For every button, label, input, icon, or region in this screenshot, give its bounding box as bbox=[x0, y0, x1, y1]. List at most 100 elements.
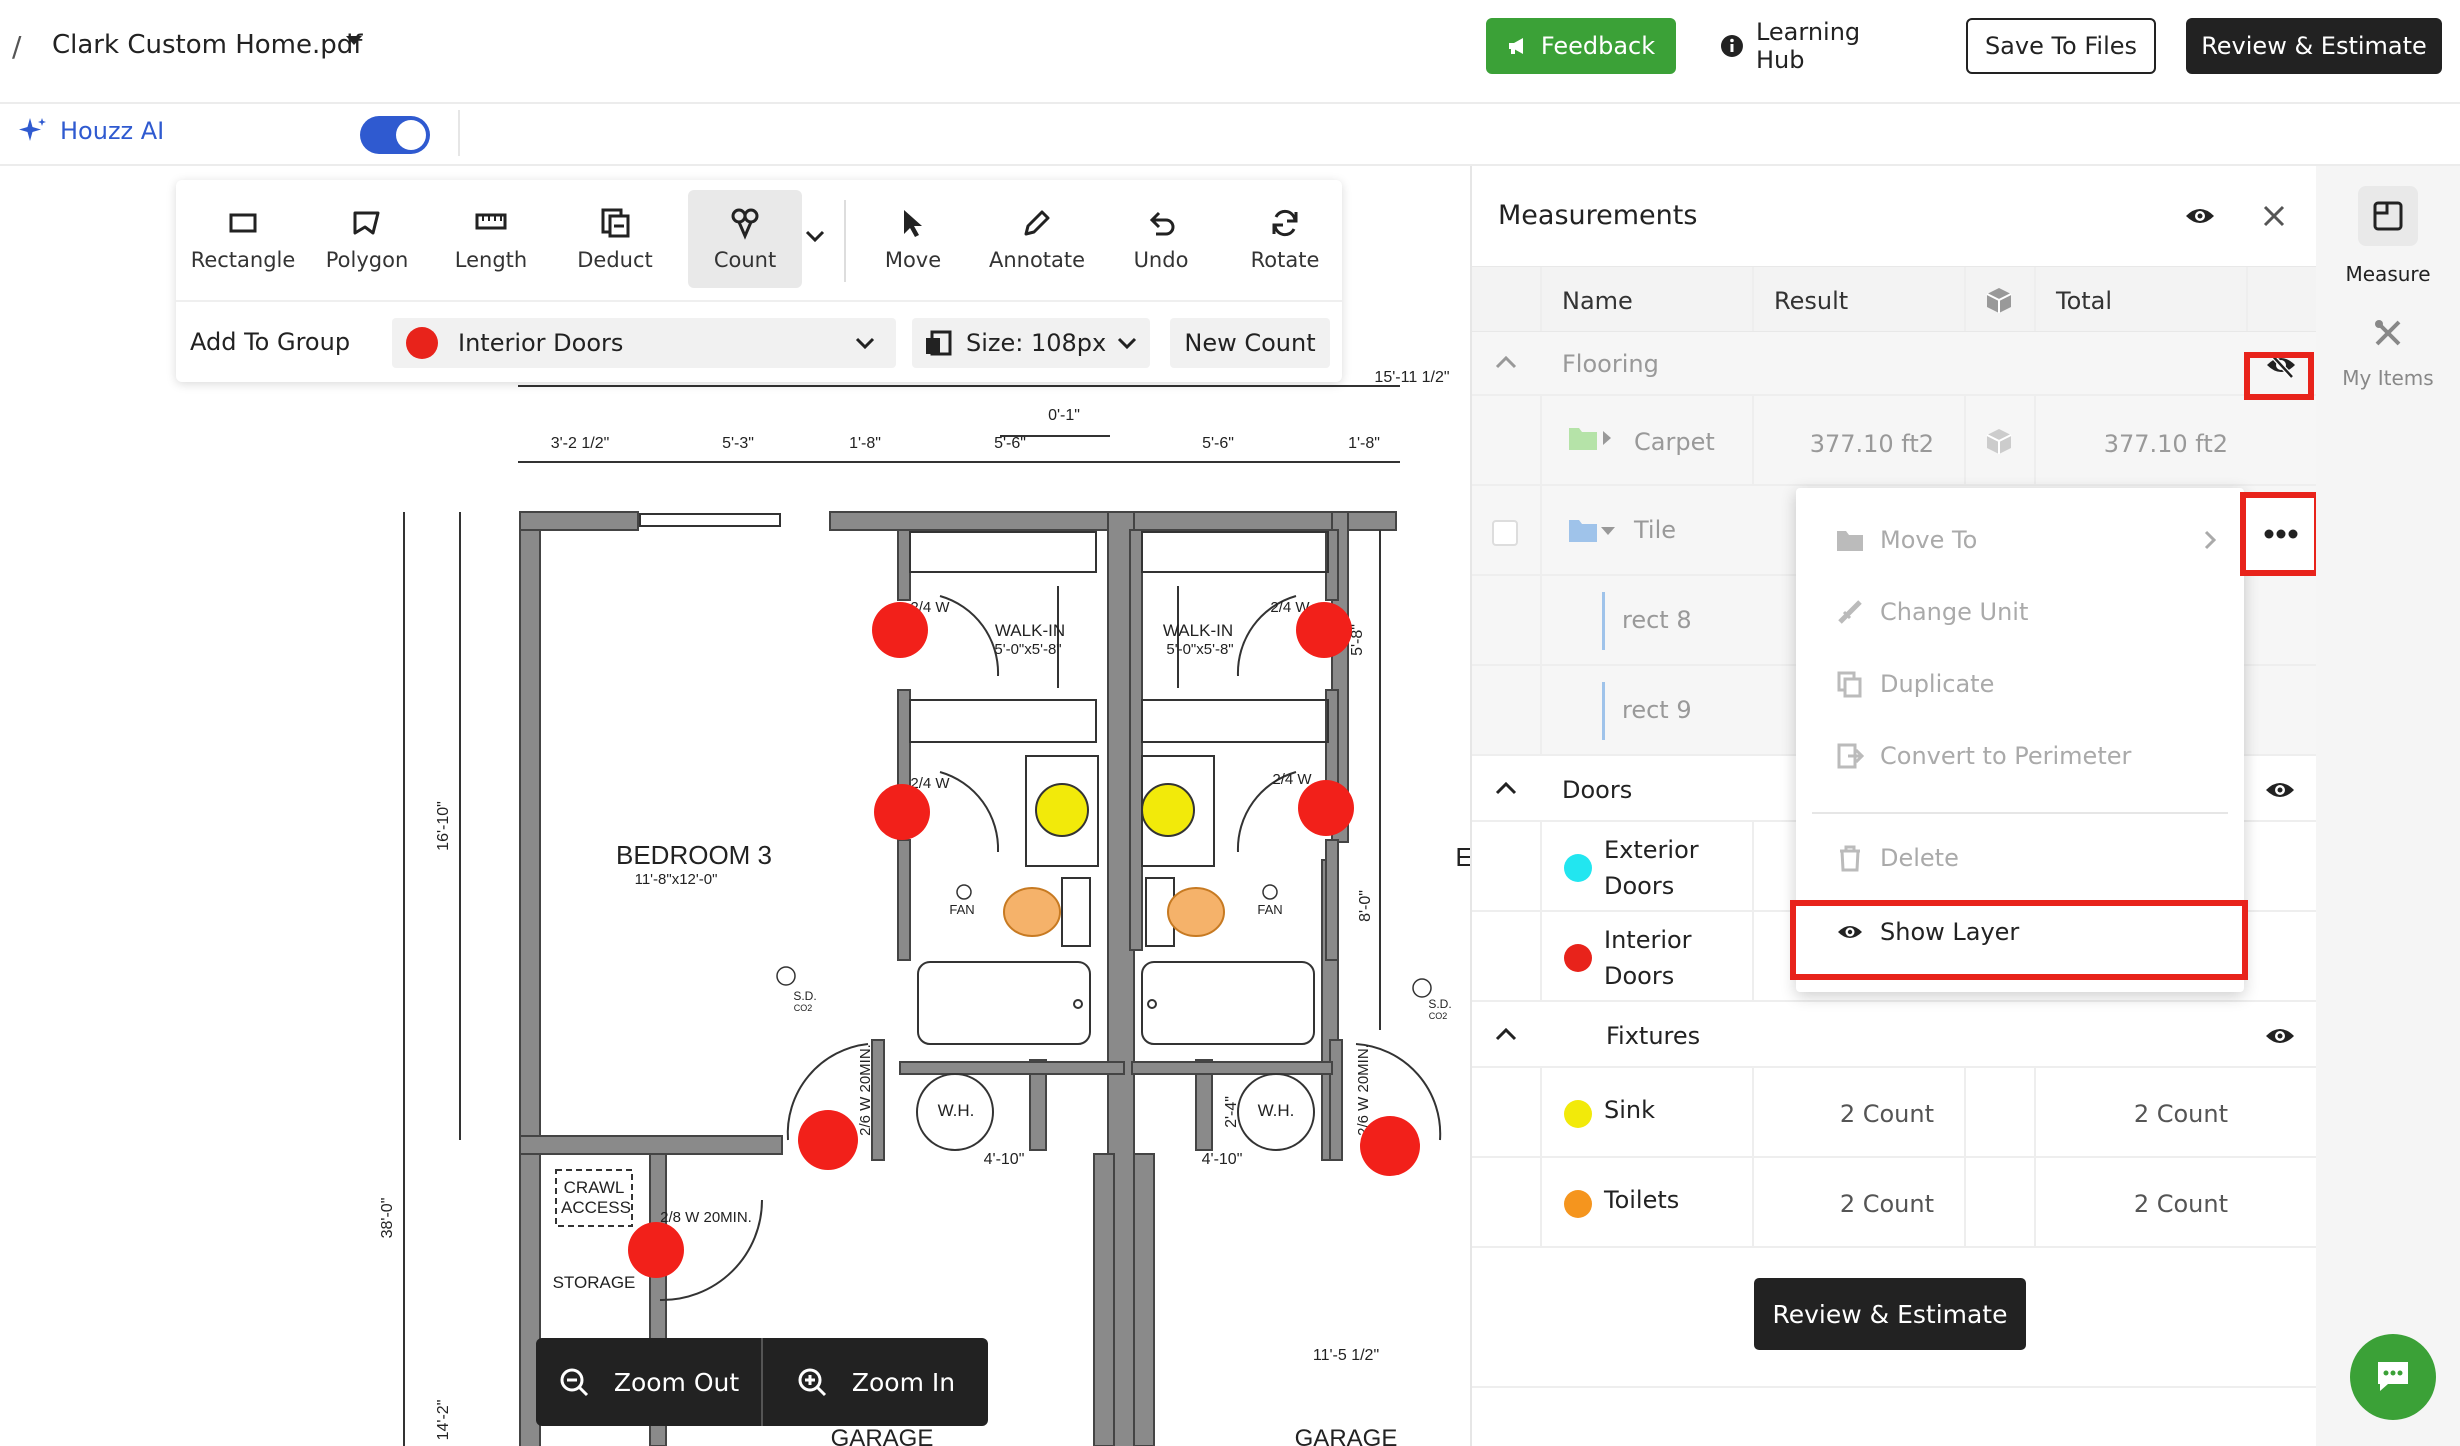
col-divider bbox=[1540, 822, 1542, 910]
close-icon[interactable] bbox=[2262, 204, 2286, 228]
access-label: ACCESS bbox=[561, 1198, 631, 1217]
interior-doors-name-line2: Doors bbox=[1604, 962, 1675, 990]
carpet-name: Carpet bbox=[1634, 428, 1715, 456]
tool-rectangle[interactable]: Rectangle bbox=[186, 190, 300, 288]
tool-annotate-label: Annotate bbox=[988, 248, 1086, 272]
feedback-label: Feedback bbox=[1540, 32, 1656, 60]
walkin-dim-a: 5'-0"x5'-8" bbox=[994, 641, 1061, 658]
col-divider bbox=[2034, 1158, 2036, 1246]
tool-undo-label: Undo bbox=[1133, 248, 1189, 272]
group-select[interactable]: Interior Doors bbox=[392, 318, 896, 368]
eye-icon[interactable] bbox=[2264, 1022, 2296, 1050]
room-label-bedroom: BEDROOM 3 bbox=[616, 840, 772, 870]
menu-item-change-unit[interactable]: Change Unit bbox=[1836, 598, 2028, 626]
folder-icon bbox=[1837, 531, 1863, 551]
chat-button[interactable] bbox=[2350, 1334, 2436, 1420]
col-name: Name bbox=[1562, 287, 1633, 315]
group-label-doors: Doors bbox=[1562, 776, 1633, 804]
tool-count[interactable]: Count bbox=[688, 190, 802, 288]
interior-doors-name-line1: Interior bbox=[1604, 926, 1692, 954]
houzz-ai-label: Houzz AI bbox=[60, 117, 165, 145]
new-count-button[interactable]: New Count bbox=[1170, 318, 1330, 368]
interior-door-marker bbox=[1298, 780, 1354, 836]
chevron-up-icon[interactable] bbox=[1494, 780, 1518, 796]
carpet-total: 377.10 ft2 bbox=[2103, 430, 2228, 458]
sink-name: Sink bbox=[1604, 1096, 1656, 1124]
col-divider bbox=[1964, 1158, 1966, 1246]
count-dropdown-chevron-icon[interactable] bbox=[804, 228, 826, 247]
chevron-down-icon bbox=[855, 337, 875, 350]
group-color-dot bbox=[406, 327, 438, 359]
chevron-up-icon[interactable] bbox=[1494, 1026, 1518, 1042]
caret-down-icon[interactable] bbox=[1600, 526, 1616, 536]
group-row-fixtures[interactable]: Fixtures bbox=[1472, 1002, 2318, 1068]
group-row-flooring[interactable]: Flooring bbox=[1472, 332, 2318, 396]
storage-label: STORAGE bbox=[553, 1273, 636, 1292]
info-icon bbox=[1720, 35, 1743, 57]
houzz-ai-toggle[interactable] bbox=[360, 116, 430, 154]
file-dropdown-caret-icon[interactable] bbox=[346, 36, 362, 45]
menu-item-convert-perimeter[interactable]: Convert to Perimeter bbox=[1836, 742, 2131, 770]
deduct-icon bbox=[601, 208, 630, 238]
dim-3-2: 3'-2 1/2" bbox=[551, 435, 610, 452]
save-to-files-button[interactable]: Save To Files bbox=[1966, 18, 2156, 74]
toilets-result: 2 Count bbox=[1839, 1190, 1934, 1218]
eye-icon[interactable] bbox=[2264, 776, 2296, 804]
tool-count-label: Count bbox=[713, 248, 777, 272]
list-item-sink[interactable]: Sink 2 Count 2 Count bbox=[1472, 1068, 2318, 1158]
tool-rotate[interactable]: Rotate bbox=[1228, 190, 1342, 288]
size-select[interactable]: Size: 108px bbox=[912, 318, 1150, 368]
review-estimate-header-button[interactable]: Review & Estimate bbox=[2186, 18, 2442, 74]
menu-item-delete[interactable]: Delete bbox=[1836, 844, 1959, 872]
more-horizontal-icon bbox=[2264, 529, 2298, 539]
caret-right-icon[interactable] bbox=[1602, 430, 1612, 446]
add-to-group-label: Add To Group bbox=[190, 328, 351, 356]
eye-icon[interactable] bbox=[2184, 202, 2216, 230]
door-label-26w-b: 2/6 W 20MIN. bbox=[1355, 1044, 1372, 1136]
measure-icon-wrap bbox=[2358, 186, 2418, 246]
zoom-in-button[interactable]: Zoom In bbox=[763, 1338, 988, 1426]
feedback-button[interactable]: Feedback bbox=[1486, 18, 1676, 74]
col-divider bbox=[2246, 267, 2248, 331]
tool-polygon[interactable]: Polygon bbox=[310, 190, 424, 288]
list-item-carpet[interactable]: Carpet 377.10 ft2 377.10 ft2 bbox=[1472, 396, 2318, 486]
walkin-label-a: WALK-IN bbox=[995, 621, 1065, 640]
tool-length[interactable]: Length bbox=[434, 190, 548, 288]
dim-16-10: 16'-10" bbox=[435, 801, 452, 851]
tool-move[interactable]: Move bbox=[856, 190, 970, 288]
my-items-nav[interactable]: My Items bbox=[2340, 316, 2436, 390]
indent-bar bbox=[1602, 682, 1605, 740]
garage-label-b: GARAGE bbox=[1295, 1425, 1398, 1446]
sink-marker bbox=[1035, 783, 1089, 837]
cube-icon bbox=[1986, 429, 2012, 454]
tile-checkbox[interactable] bbox=[1492, 520, 1518, 546]
interior-door-marker bbox=[628, 1222, 684, 1278]
chevron-up-icon[interactable] bbox=[1494, 354, 1518, 370]
col-total: Total bbox=[2056, 287, 2113, 315]
col-divider bbox=[1752, 912, 1754, 1000]
col-divider bbox=[1752, 1158, 1754, 1246]
menu-item-duplicate[interactable]: Duplicate bbox=[1836, 670, 1994, 698]
tool-undo[interactable]: Undo bbox=[1104, 190, 1218, 288]
file-name[interactable]: Clark Custom Home.pdf bbox=[52, 30, 362, 60]
list-item-toilets[interactable]: Toilets 2 Count 2 Count bbox=[1472, 1158, 2318, 1248]
col-divider bbox=[2034, 1068, 2036, 1156]
tool-annotate[interactable]: Annotate bbox=[980, 190, 1094, 288]
col-divider bbox=[1752, 267, 1754, 331]
dim-2-4: 2'-4" bbox=[1223, 1096, 1240, 1128]
exterior-doors-name: Exterior Doors bbox=[1604, 832, 1699, 904]
indent-bar bbox=[1602, 592, 1605, 650]
menu-change-unit-label: Change Unit bbox=[1880, 598, 2029, 626]
learning-hub-button[interactable]: Learning Hub bbox=[1720, 18, 1916, 74]
zoom-out-button[interactable]: Zoom Out bbox=[536, 1338, 761, 1426]
interior-door-markers bbox=[628, 602, 1420, 1278]
menu-item-move-to[interactable]: Move To bbox=[1836, 526, 2216, 554]
chat-icon bbox=[2378, 1362, 2408, 1391]
more-options-button[interactable] bbox=[2240, 492, 2320, 576]
copy-icon bbox=[1837, 671, 1862, 698]
review-estimate-panel-button[interactable]: Review & Estimate bbox=[1754, 1278, 2026, 1350]
measure-nav[interactable]: Measure bbox=[2340, 186, 2436, 286]
tool-deduct[interactable]: Deduct bbox=[558, 190, 672, 288]
tool-rotate-label: Rotate bbox=[1250, 248, 1320, 272]
ruler-icon bbox=[475, 213, 507, 230]
